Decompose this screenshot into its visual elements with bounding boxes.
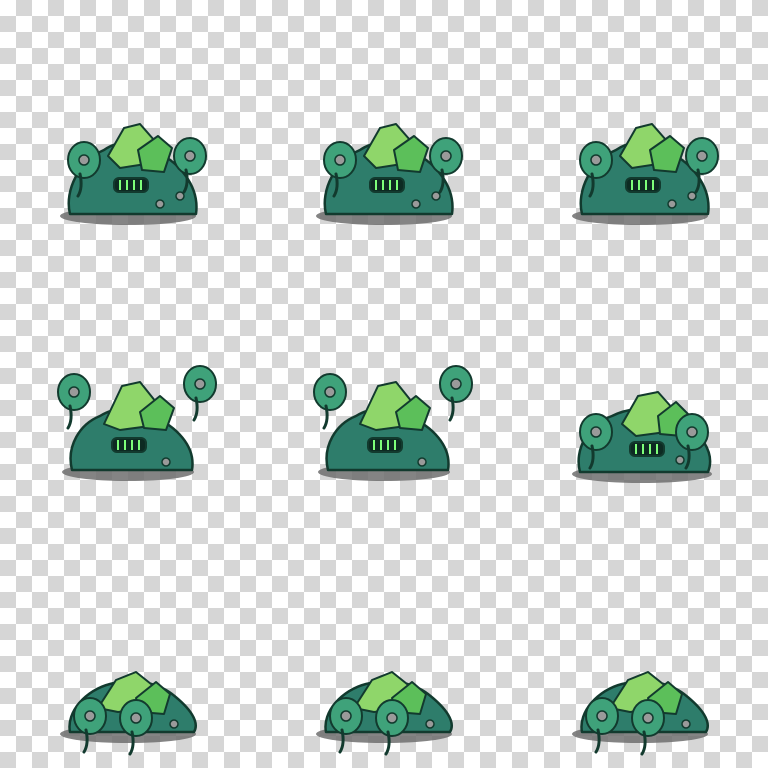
arm-eye — [696, 150, 708, 162]
embedded-rock — [425, 719, 435, 729]
sprite-frame-r2c3 — [512, 256, 768, 512]
arm-eye — [386, 712, 398, 724]
arm-eye — [686, 426, 698, 438]
embedded-rock — [417, 457, 427, 467]
embedded-rock — [667, 199, 677, 209]
slime-monster-sprite-idle — [60, 123, 207, 225]
sprite-frame-r1c3 — [512, 0, 768, 256]
embedded-rock — [675, 455, 685, 465]
arm-eye — [194, 378, 206, 390]
slime-monster-sprite-arms-raised — [313, 365, 473, 481]
sprite-frame-r1c1 — [0, 0, 256, 256]
arm-eye — [340, 710, 352, 722]
arm-eye — [642, 712, 654, 724]
embedded-rock — [169, 719, 179, 729]
embedded-rock — [681, 719, 691, 729]
slime-monster-sprite-collapsed — [316, 671, 453, 756]
slime-monster-sprite-collapsed — [572, 671, 709, 756]
slime-monster-sprite-hunched — [572, 391, 712, 483]
sprite-frame-r3c2 — [256, 512, 512, 768]
sprite-grid — [0, 0, 768, 768]
embedded-rock — [411, 199, 421, 209]
slime-monster-sprite-collapsed — [60, 671, 197, 756]
arm-eye — [130, 712, 142, 724]
embedded-rock — [155, 199, 165, 209]
sprite-frame-r2c1 — [0, 256, 256, 512]
arm-eye — [440, 150, 452, 162]
arm-eye — [590, 426, 602, 438]
sprite-frame-r3c1 — [0, 512, 256, 768]
arm-eye — [450, 378, 462, 390]
arm-eye — [78, 154, 90, 166]
embedded-rock — [687, 191, 697, 201]
sprite-frame-r1c2 — [256, 0, 512, 256]
slime-monster-sprite-arms-raised — [57, 365, 217, 481]
embedded-rock — [175, 191, 185, 201]
arm-eye — [84, 710, 96, 722]
sprite-frame-r3c3 — [512, 512, 768, 768]
sprite-sheet-canvas — [0, 0, 768, 768]
arm-eye — [590, 154, 602, 166]
slime-monster-sprite-idle — [572, 123, 719, 225]
embedded-rock — [161, 457, 171, 467]
arm-eye — [596, 710, 608, 722]
arm-eye — [324, 386, 336, 398]
arm-eye — [68, 386, 80, 398]
sprite-frame-r2c2 — [256, 256, 512, 512]
arm-eye — [184, 150, 196, 162]
slime-monster-sprite-idle — [316, 123, 463, 225]
embedded-rock — [431, 191, 441, 201]
arm-eye — [334, 154, 346, 166]
